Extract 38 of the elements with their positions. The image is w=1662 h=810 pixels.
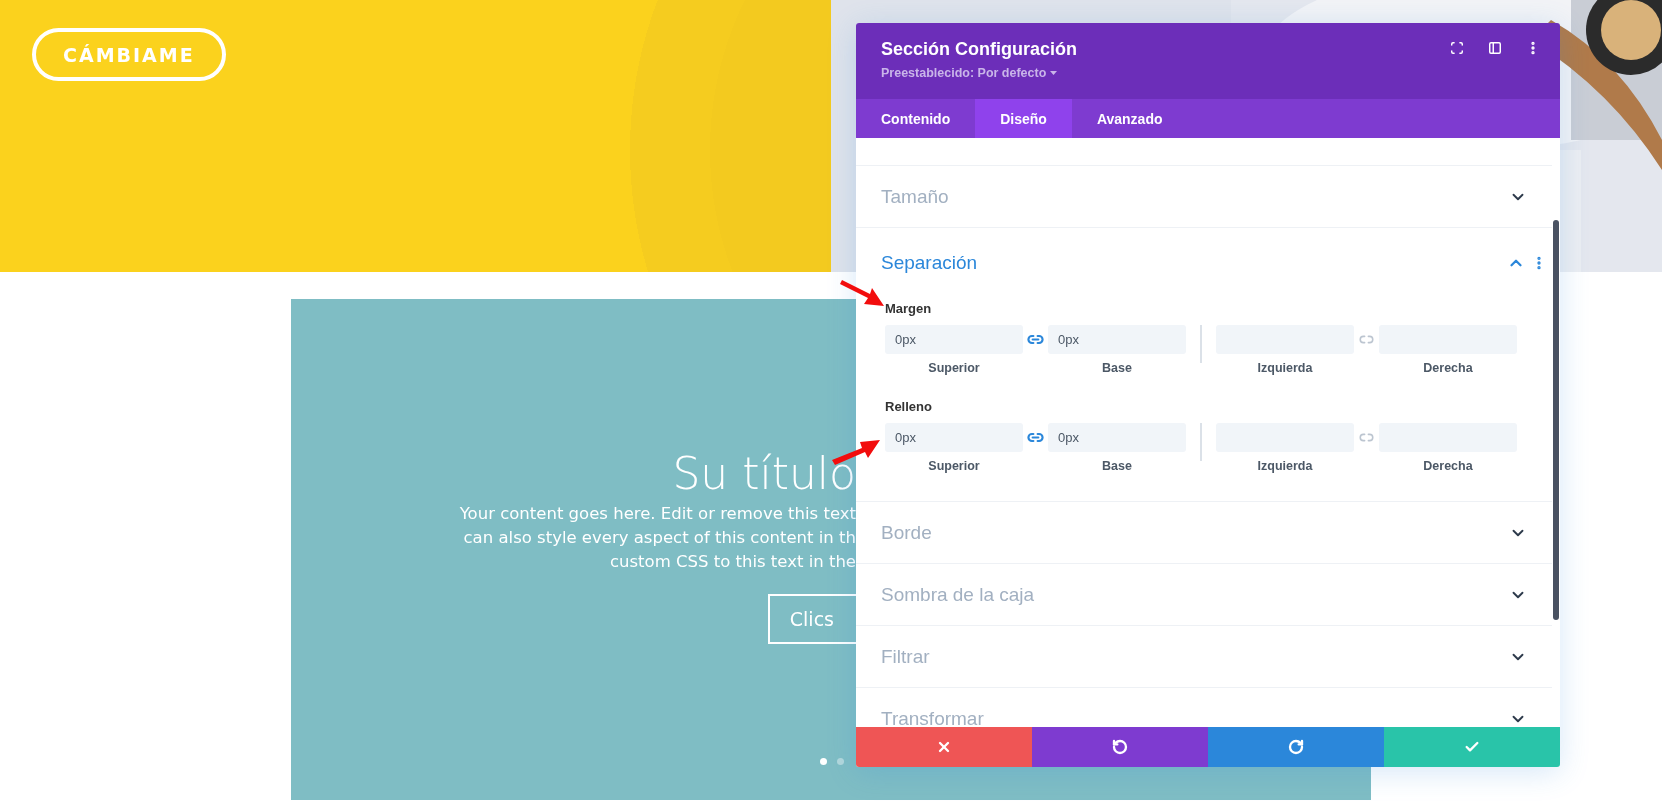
slider-dot[interactable]	[820, 758, 827, 765]
section-title[interactable]: Separación	[881, 251, 978, 274]
close-icon	[936, 739, 952, 755]
undo-button[interactable]	[1032, 727, 1208, 767]
panel-title: Sección Configuración	[881, 39, 1078, 60]
tab[interactable]: Diseño	[975, 99, 1072, 138]
field-label: Superior	[928, 361, 980, 375]
input-field[interactable]: 0px	[885, 325, 1023, 354]
slider-dot[interactable]	[837, 758, 844, 765]
section-title[interactable]: Tamaño	[881, 185, 949, 208]
undo-icon	[1112, 739, 1128, 755]
section-title[interactable]: Borde	[881, 521, 932, 544]
field-label: Base	[1102, 361, 1132, 375]
slide-text: can also style every aspect of this content in th	[463, 527, 856, 549]
redo-icon	[1288, 739, 1304, 755]
input-field[interactable]: 0px	[1048, 423, 1186, 452]
input-field[interactable]: 0px	[1048, 325, 1186, 354]
field-label: Superior	[928, 459, 980, 473]
field-label: Derecha	[1423, 459, 1473, 473]
field-label: Derecha	[1423, 361, 1473, 375]
field-group-label: Relleno	[885, 399, 932, 414]
field-label: Izquierda	[1257, 459, 1313, 473]
input-field[interactable]: 0px	[885, 423, 1023, 452]
section-title[interactable]: Sombra de la caja	[881, 583, 1035, 606]
slide-text: custom CSS to this text in the	[609, 551, 856, 573]
section-title[interactable]: Transformar	[881, 707, 984, 727]
field-label: Base	[1102, 459, 1132, 473]
caret-icon	[1050, 71, 1058, 75]
slide-text: Your content goes here. Edit or remove this text	[459, 503, 856, 525]
tab[interactable]: Contenido	[856, 99, 976, 138]
preset-dropdown[interactable]: Preestablecido: Por defecto	[881, 66, 1078, 80]
section-title[interactable]: Filtrar	[881, 645, 930, 668]
slide-title: Su título	[672, 447, 856, 501]
tab[interactable]: Avanzado	[1071, 99, 1188, 138]
scrollbar[interactable]	[1553, 220, 1559, 620]
redo-button[interactable]	[1208, 727, 1384, 767]
field-group-label: Margen	[885, 301, 932, 316]
field-label: Izquierda	[1257, 361, 1313, 375]
